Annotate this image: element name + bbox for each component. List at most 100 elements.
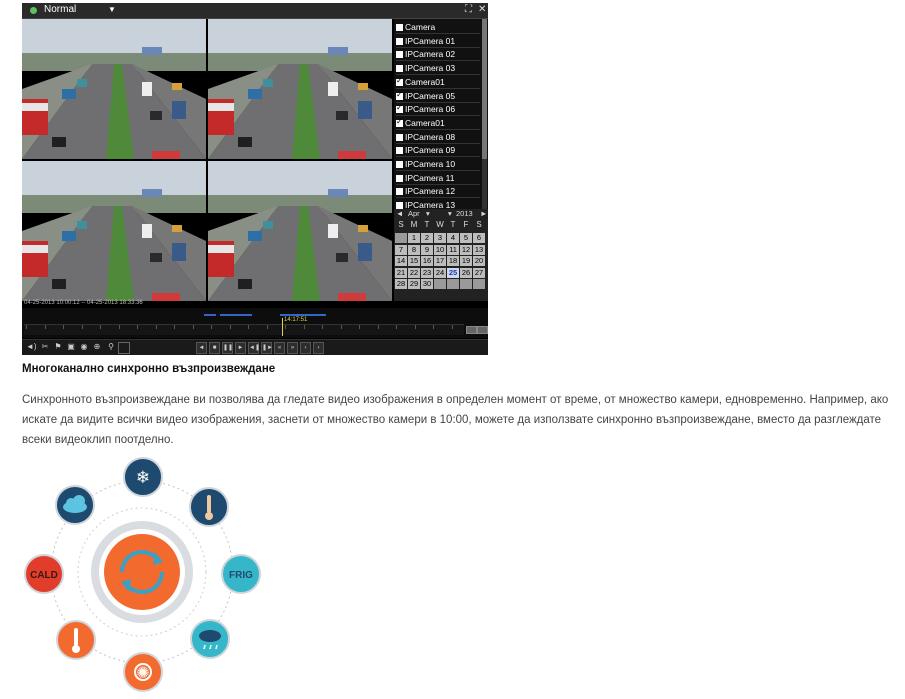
calendar-day[interactable]: 10 — [434, 244, 446, 255]
search-icon[interactable]: ⚲ — [106, 342, 116, 352]
step-forward-icon[interactable]: ❚► — [261, 342, 273, 354]
calendar-day[interactable]: 21 — [395, 267, 407, 278]
calendar-day[interactable]: 12 — [460, 244, 472, 255]
cursor-time: 14:17:51 — [284, 317, 308, 323]
calendar-day[interactable]: 9 — [421, 244, 433, 255]
fast-icon[interactable]: » — [287, 342, 298, 354]
camera-checkbox[interactable] — [396, 37, 403, 45]
camera-list-item[interactable]: IPCamera 06 — [396, 102, 480, 117]
camera-list-item[interactable]: IPCamera 01 — [396, 35, 480, 48]
calendar-day[interactable]: 1 — [408, 233, 420, 243]
video-tile[interactable] — [22, 19, 206, 159]
camera-checkbox[interactable] — [396, 75, 403, 87]
camera-checkbox[interactable] — [396, 89, 403, 101]
zoom-out-button[interactable] — [466, 326, 477, 334]
calendar-month[interactable]: Apr — [408, 209, 420, 218]
video-tile[interactable] — [208, 161, 392, 301]
camera-checkbox[interactable] — [396, 133, 403, 141]
calendar-day[interactable]: 3 — [434, 233, 446, 243]
calendar-day[interactable]: 11 — [447, 244, 459, 255]
camera-list-item[interactable]: IPCamera 08 — [396, 131, 480, 144]
camera-checkbox[interactable] — [396, 174, 403, 182]
calendar-day[interactable]: 28 — [395, 279, 407, 289]
section-heading: Многоканално синхронно възпроизвеждане — [22, 363, 276, 375]
timeline-track[interactable] — [24, 324, 464, 335]
camera-list-item[interactable]: Camera — [396, 21, 480, 34]
camera-list-item[interactable]: IPCamera 09 — [396, 144, 480, 158]
calendar-day[interactable]: 27 — [473, 267, 485, 278]
pause-icon[interactable]: ❚❚ — [222, 342, 233, 354]
next-year-icon[interactable]: ► — [480, 209, 487, 218]
camera-checkbox[interactable] — [396, 147, 403, 155]
calendar-day[interactable]: 22 — [408, 267, 420, 278]
prev-year-icon[interactable]: ◄ — [396, 209, 403, 218]
audio-icon[interactable]: ◄) — [26, 342, 37, 352]
calendar-day[interactable]: 8 — [408, 244, 420, 255]
tag-icon[interactable]: ⚑ — [53, 342, 63, 352]
stop-icon[interactable]: ■ — [209, 342, 220, 354]
snapshot-icon[interactable]: ◉ — [79, 342, 89, 352]
camera-list-item[interactable]: IPCamera 02 — [396, 48, 480, 62]
camera-list-item[interactable]: IPCamera 03 — [396, 62, 480, 76]
calendar-day[interactable]: 14 — [395, 256, 407, 266]
calendar-day[interactable]: 23 — [421, 267, 433, 278]
calendar-day[interactable]: 26 — [460, 267, 472, 278]
camera-list-item[interactable]: Camera01 — [396, 116, 480, 130]
view-mode-select[interactable]: Normal — [44, 4, 76, 15]
camera-checkbox[interactable] — [396, 116, 403, 128]
chevron-down-icon[interactable]: ▼ — [108, 5, 116, 14]
camera-checkbox[interactable] — [396, 65, 403, 73]
timeline-tick — [377, 325, 379, 329]
zoom-icon[interactable]: ⊕ — [92, 342, 102, 352]
timeline-cursor[interactable] — [282, 318, 283, 336]
playback-timeline[interactable]: 14:17:51 — [22, 308, 488, 338]
calendar-day[interactable]: 7 — [395, 244, 407, 255]
calendar-day[interactable]: 18 — [447, 256, 459, 266]
calendar-empty-cell — [447, 279, 459, 289]
clip-icon[interactable]: ✂ — [40, 342, 50, 352]
camera-list-item[interactable]: IPCamera 05 — [396, 89, 480, 103]
video-tile[interactable] — [22, 161, 206, 301]
camera-checkbox[interactable] — [396, 102, 403, 114]
calendar-day[interactable]: 17 — [434, 256, 446, 266]
camera-checkbox[interactable] — [396, 51, 403, 59]
camera-checkbox[interactable] — [396, 188, 403, 196]
camera-list-item[interactable]: Camera01 — [396, 75, 480, 89]
camera-list-scrollbar[interactable] — [482, 19, 487, 209]
month-dropdown-icon[interactable]: ▾ — [426, 209, 430, 218]
camera-list-item[interactable]: IPCamera 10 — [396, 158, 480, 171]
calendar-day[interactable]: 30 — [421, 279, 433, 289]
cald-text: CALD — [30, 570, 58, 581]
step-back-icon[interactable]: ◄❚ — [248, 342, 260, 354]
calendar-day[interactable]: 24 — [434, 267, 446, 278]
calendar-year[interactable]: 2013 — [456, 209, 473, 218]
slow-icon[interactable]: « — [274, 342, 285, 354]
play-icon[interactable]: ► — [235, 342, 246, 354]
calendar-day[interactable]: 19 — [460, 256, 472, 266]
calendar-day[interactable]: 4 — [447, 233, 459, 243]
next-day-icon[interactable]: › — [313, 342, 324, 354]
calendar-day[interactable]: 2 — [421, 233, 433, 243]
year-dropdown-icon[interactable]: ▾ — [448, 209, 452, 218]
calendar-day[interactable]: 20 — [473, 256, 485, 266]
calendar-day[interactable]: 25 — [447, 267, 459, 278]
calendar-day[interactable]: 5 — [460, 233, 472, 243]
calendar-day[interactable]: 13 — [473, 244, 485, 255]
zoom-in-button[interactable] — [477, 326, 488, 334]
camera-list-item[interactable]: IPCamera 11 — [396, 172, 480, 185]
fullscreen-toggle-icon[interactable] — [118, 342, 130, 354]
camera-checkbox[interactable] — [396, 161, 403, 168]
calendar-day[interactable]: 15 — [408, 256, 420, 266]
camera-label: IPCamera 05 — [405, 90, 456, 101]
reverse-play-icon[interactable]: ◄ — [196, 342, 207, 354]
camera-list-item[interactable]: IPCamera 12 — [396, 185, 480, 199]
calendar-day[interactable]: 29 — [408, 279, 420, 289]
calendar-day[interactable]: 6 — [473, 233, 485, 243]
close-icon[interactable]: ✕ — [478, 4, 486, 15]
lock-icon[interactable]: ▣ — [66, 342, 76, 352]
calendar-day[interactable]: 16 — [421, 256, 433, 266]
camera-checkbox[interactable] — [396, 24, 403, 31]
video-tile[interactable] — [208, 19, 392, 159]
prev-day-icon[interactable]: ‹ — [300, 342, 311, 354]
fullscreen-icon[interactable]: ⛶ — [465, 4, 472, 15]
